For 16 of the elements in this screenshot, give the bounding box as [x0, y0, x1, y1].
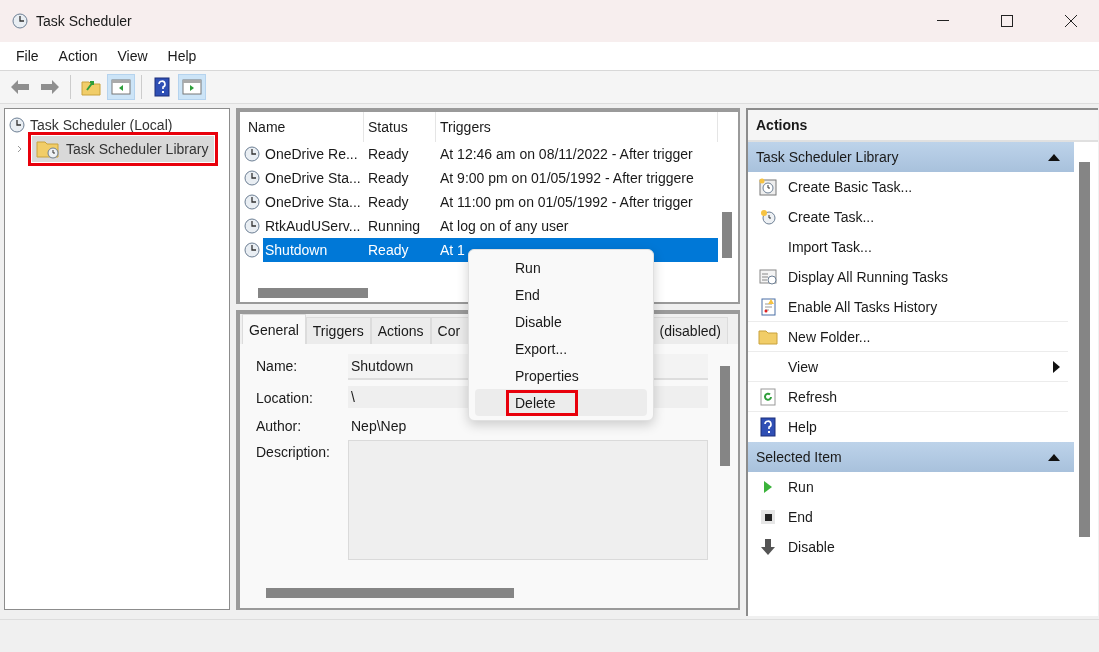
field-value: Nep\Nep — [350, 417, 408, 434]
task-status: Ready — [367, 193, 410, 212]
task-trigger: At log on of any user — [439, 217, 570, 236]
task-status: Ready — [364, 238, 436, 262]
panel-title: Actions — [748, 110, 1098, 142]
field-label: Name: — [256, 357, 299, 374]
field-label: Location: — [256, 389, 314, 406]
task-status: Ready — [367, 145, 410, 164]
field-label: Description: — [256, 443, 331, 460]
task-status: Running — [367, 217, 422, 236]
task-status: Ready — [367, 169, 410, 188]
task-trigger: At 12:46 am on 08/11/2022 - After trigger — [439, 145, 694, 164]
task-trigger: At 11:00 pm on 01/05/1992 - After trigger — [439, 193, 694, 212]
task-trigger: At 9:00 pm on 01/05/1992 - After triggere — [439, 169, 695, 188]
window-title: Task Scheduler — [36, 13, 133, 29]
field-label: Author: — [256, 417, 303, 434]
